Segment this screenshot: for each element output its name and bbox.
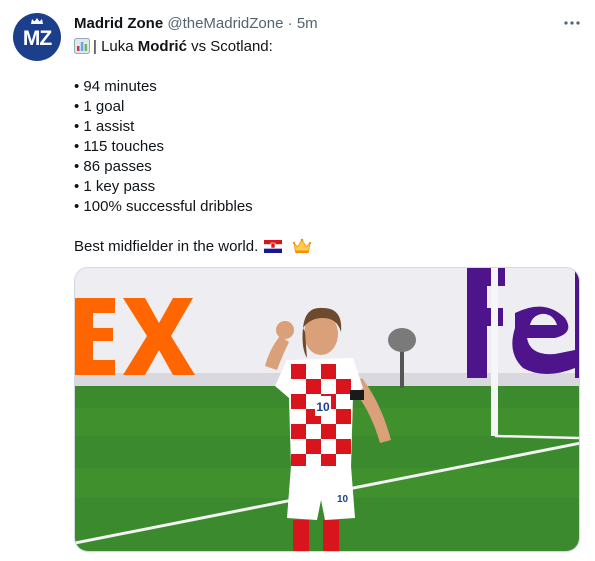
player-name: Modrić bbox=[137, 38, 187, 55]
tweet-title-prefix: | Luka bbox=[93, 38, 138, 55]
tweet-title-line: | Luka Modrić vs Scotland: bbox=[74, 37, 574, 57]
stat-item: • 86 passes bbox=[74, 158, 152, 175]
stat-item: • 100% successful dribbles bbox=[74, 198, 253, 215]
separator: · bbox=[287, 15, 293, 32]
stat-item: • 1 key pass bbox=[74, 178, 156, 195]
tweet-text: | Luka Modrić vs Scotland: • 94 minutes … bbox=[74, 37, 574, 257]
croatia-flag-emoji bbox=[264, 240, 283, 253]
closing-text: Best midfielder in the world. bbox=[74, 238, 259, 255]
match-photo: 10 10 bbox=[75, 268, 579, 551]
svg-text:10: 10 bbox=[337, 494, 349, 505]
closing-line: Best midfielder in the world. bbox=[74, 237, 574, 257]
handle[interactable]: @theMadridZone bbox=[167, 15, 283, 32]
tweet-photo[interactable]: 10 10 bbox=[74, 267, 580, 552]
avatar[interactable]: MZ bbox=[13, 13, 61, 61]
tweet-header: Madrid Zone @theMadridZone · 5m bbox=[74, 14, 318, 34]
stat-item: • 115 touches bbox=[74, 138, 165, 155]
avatar-logo-text: MZ bbox=[22, 27, 52, 50]
display-name[interactable]: Madrid Zone bbox=[74, 15, 163, 32]
stat-item: • 94 minutes bbox=[74, 78, 157, 95]
bar-chart-emoji bbox=[74, 38, 90, 54]
timestamp[interactable]: 5m bbox=[297, 15, 318, 32]
stat-item: • 1 goal bbox=[74, 98, 125, 115]
svg-text:10: 10 bbox=[316, 400, 330, 414]
stat-item: • 1 assist bbox=[74, 118, 135, 135]
crown-emoji bbox=[292, 238, 311, 253]
tweet[interactable]: MZ Madrid Zone @theMadridZone · 5m | Luk… bbox=[0, 0, 595, 561]
more-horizontal-icon[interactable] bbox=[560, 11, 584, 35]
tweet-title-suffix: vs Scotland: bbox=[186, 38, 273, 55]
crown-logo-icon bbox=[31, 18, 43, 24]
